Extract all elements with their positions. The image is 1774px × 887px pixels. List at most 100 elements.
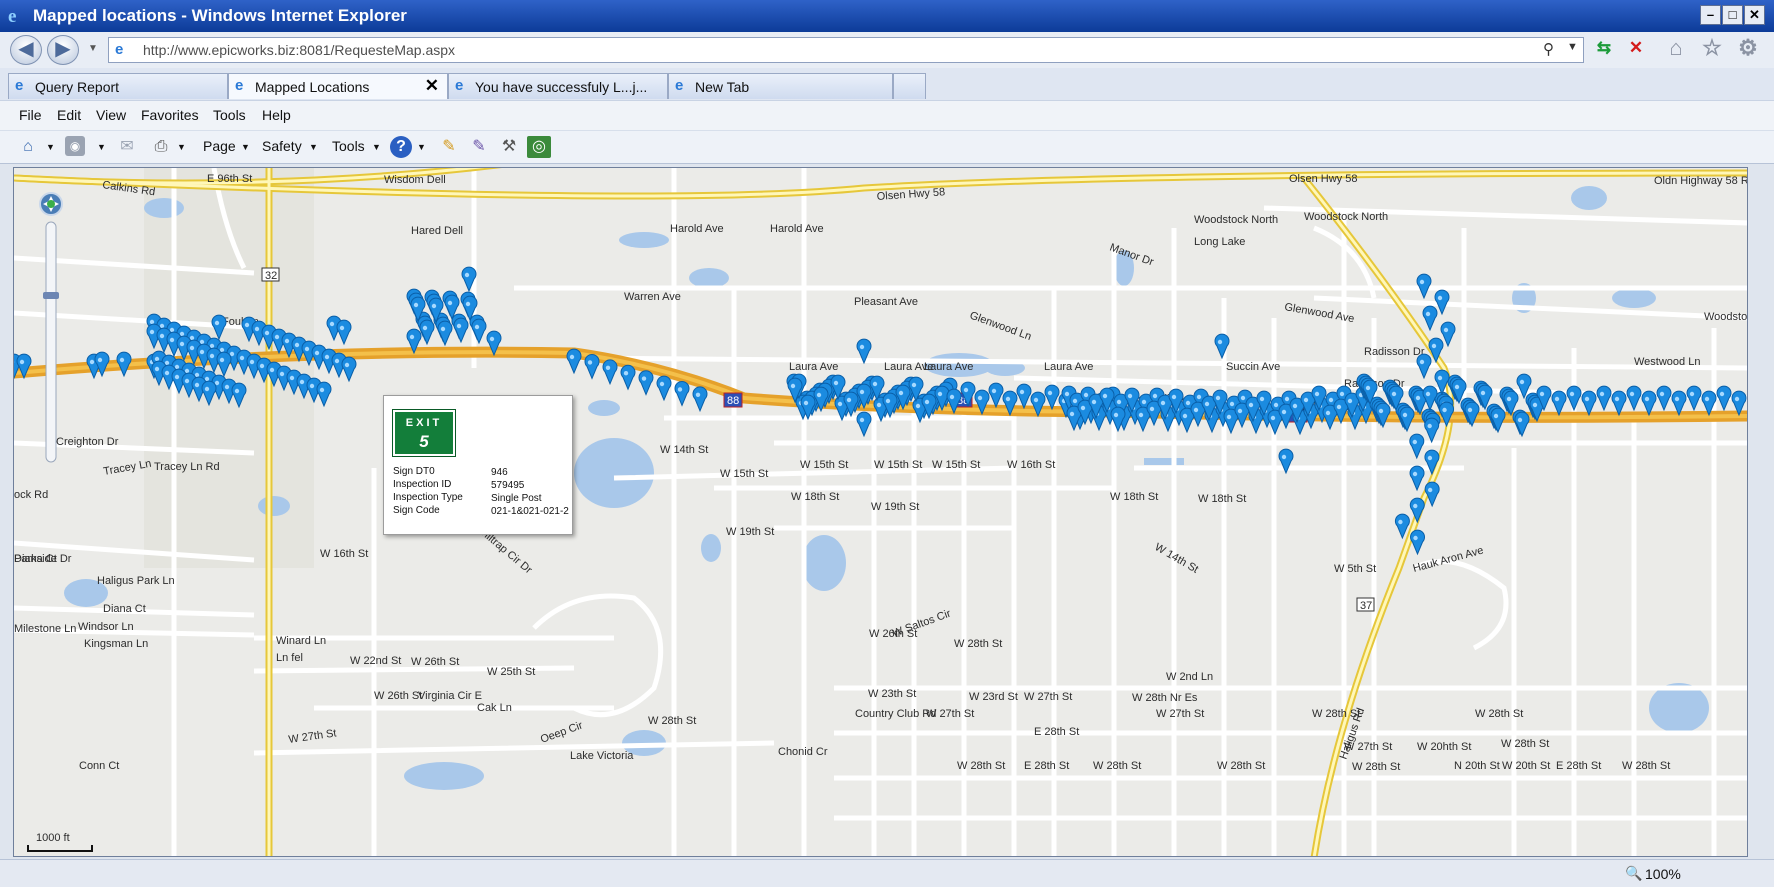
street-label: Wisdom Dell [384,174,446,186]
addon-icon[interactable]: ◎ [527,136,551,158]
refresh-icon[interactable]: ⇆ [1592,37,1616,61]
page-favicon-icon: e [115,41,124,58]
safety-dropdown-icon[interactable]: ▼ [309,142,318,152]
title-bar[interactable]: e Mapped locations - Windows Internet Ex… [0,0,1774,32]
read-mail-icon[interactable]: ✉ [115,136,139,158]
maximize-button[interactable]: □ [1722,5,1743,25]
street-label: Woodstoc [1704,311,1748,323]
street-label: W 2nd Ln [1166,671,1213,683]
map-canvas[interactable]: 32 37 88 88 88 Calkins RdE 96th StWisdom… [14,168,1748,857]
page-dropdown-icon[interactable]: ▼ [241,142,250,152]
menu-view[interactable]: View [96,107,126,123]
street-label: W 23th St [868,688,916,700]
tab-label: Query Report [35,79,120,95]
street-label: W 27th St [1156,708,1204,720]
street-label: W 18th St [1198,493,1246,505]
forward-button[interactable]: ▶ [47,35,79,65]
street-label: Virginia Cir E [418,690,482,702]
street-label: Diana Ct [14,553,57,565]
home-icon[interactable]: ⌂ [1664,37,1688,61]
address-bar[interactable]: e http://www.epicworks.biz:8081/Requeste… [108,37,1584,63]
search-icon[interactable]: ⚲ [1543,40,1554,58]
page-menu[interactable]: Page [203,138,236,154]
street-label: W 28th St [1475,708,1523,720]
tab-mapped-locations[interactable]: e Mapped Locations ✕ [228,73,448,99]
menu-edit[interactable]: Edit [57,107,81,123]
feeds-dropdown-icon[interactable]: ▼ [97,142,106,152]
tool-icon[interactable]: ⚒ [497,136,521,158]
settings-gear-icon[interactable]: ⚙ [1736,37,1760,61]
safety-menu[interactable]: Safety [262,138,302,154]
map-zoom-control[interactable] [26,192,68,466]
street-label: W 26th St [411,656,459,668]
minimize-button[interactable]: – [1700,5,1721,25]
street-label: Laura Ave [924,361,973,373]
menu-tools[interactable]: Tools [213,107,246,123]
street-label: W 23rd St [969,691,1018,703]
map-viewport[interactable]: 32 37 88 88 88 Calkins RdE 96th StWisdom… [13,167,1748,857]
address-url: http://www.epicworks.biz:8081/RequesteMa… [143,42,456,58]
street-label: E 28th St [1034,726,1079,738]
feeds-icon[interactable]: ◉ [65,136,85,156]
home-dropdown-icon[interactable]: ▼ [46,142,55,152]
street-label: Country Club Rd [855,708,936,720]
print-dropdown-icon[interactable]: ▼ [177,142,186,152]
tab-login-success[interactable]: e You have successfuly L...j... [448,73,668,99]
address-dropdown-icon[interactable]: ▼ [1567,41,1578,53]
map-scale: 1000 ft [27,832,93,852]
menu-bar: File Edit View Favorites Tools Help [0,100,1774,130]
street-label: W 20hth St [1417,741,1471,753]
zoom-level[interactable]: 100% [1645,866,1681,882]
favorites-star-icon[interactable]: ☆ [1700,37,1724,61]
close-button[interactable]: ✕ [1744,5,1765,25]
menu-favorites[interactable]: Favorites [141,107,199,123]
tools-menu[interactable]: Tools [332,138,365,154]
menu-file[interactable]: File [19,107,42,123]
street-label: W 18th St [1110,491,1158,503]
street-label: Diana Ct [103,603,146,615]
highway-shield-37: 37 [1360,600,1372,612]
back-button[interactable]: ◀ [10,35,42,65]
status-bar: 🔍 100% [0,859,1774,887]
menu-help[interactable]: Help [262,107,291,123]
street-label: W 19th St [871,501,919,513]
ie-tab-icon: e [455,77,464,94]
street-label: Cak Ln [477,702,512,714]
sign-number: 5 [419,432,429,451]
research-icon[interactable]: ✎ [467,136,491,158]
street-label: Lake Victoria [570,750,634,762]
zoom-slider-thumb[interactable] [43,292,59,299]
pen-icon[interactable]: ✎ [437,136,461,158]
street-label: W 28th Nr Es [1132,692,1198,704]
zoom-icon[interactable]: 🔍 [1625,865,1642,882]
street-label: Succin Ave [1226,361,1280,373]
help-icon[interactable]: ? [390,136,412,158]
street-label: Tracey Ln Rd [154,461,220,473]
street-label: Milestone Ln [14,623,76,635]
zoom-slider-track[interactable] [45,221,57,463]
street-label: Windsor Ln [78,621,134,633]
popup-value-sign-code: 021-1&021-021-2 [491,506,569,517]
tab-query-report[interactable]: e Query Report [8,73,228,99]
sign-info-popup[interactable]: EXIT 5 Sign DT0 946 Inspection ID 579495… [383,395,573,535]
popup-label-inspection-id: Inspection ID [393,479,452,490]
street-label: W 25th St [487,666,535,678]
street-label: Winard Ln [276,635,326,647]
tab-new-tab[interactable]: e New Tab [668,73,893,99]
street-label: Warren Ave [624,291,681,303]
street-label: W 15th St [720,468,768,480]
home-icon[interactable]: ⌂ [16,136,40,158]
street-label: Laura Ave [789,361,838,373]
history-dropdown-icon[interactable]: ▼ [88,43,98,54]
help-dropdown-icon[interactable]: ▼ [417,142,426,152]
street-label: W 28th St [1217,760,1265,772]
tools-dropdown-icon[interactable]: ▼ [372,142,381,152]
street-label: Olsen Hwy 58 [1289,173,1357,185]
close-tab-icon[interactable]: ✕ [425,76,439,96]
print-icon[interactable]: ⎙ [149,136,173,158]
interstate-shield-88: 88 [727,395,739,407]
stop-icon[interactable]: ✕ [1624,37,1648,61]
street-label: W 26th St [374,690,422,702]
street-label: W 15th St [932,459,980,471]
new-tab-button[interactable] [893,73,926,99]
